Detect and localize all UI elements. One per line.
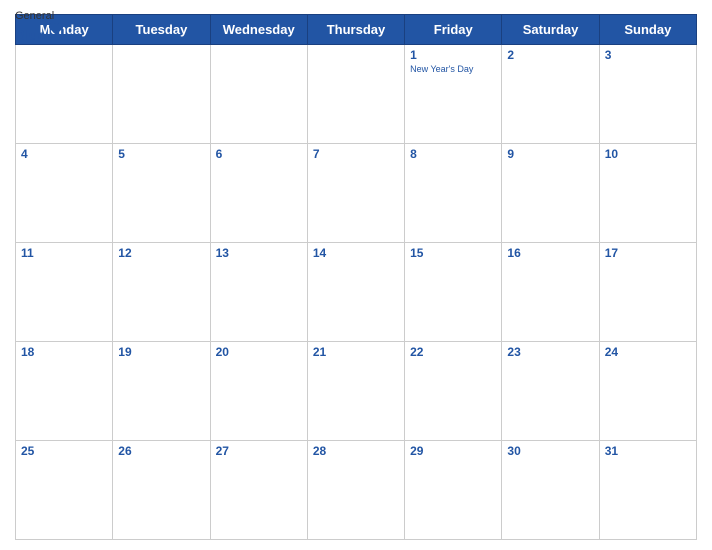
- day-number: 26: [118, 444, 204, 458]
- calendar-cell: 23: [502, 342, 599, 441]
- day-number: 20: [216, 345, 302, 359]
- day-number: 6: [216, 147, 302, 161]
- day-number: 11: [21, 246, 107, 260]
- calendar-cell: 30: [502, 441, 599, 540]
- calendar-cell: 15: [405, 243, 502, 342]
- calendar-week-5: 25 26 27 28 29 30 31: [16, 441, 697, 540]
- day-number: 2: [507, 48, 593, 62]
- calendar-cell: 21: [307, 342, 404, 441]
- weekday-header-row: MondayTuesdayWednesdayThursdayFridaySatu…: [16, 15, 697, 45]
- calendar-cell: 12: [113, 243, 210, 342]
- calendar-cell: 1 New Year's Day: [405, 45, 502, 144]
- day-number: 13: [216, 246, 302, 260]
- calendar-cell: 29: [405, 441, 502, 540]
- day-number: 29: [410, 444, 496, 458]
- day-number: 9: [507, 147, 593, 161]
- day-number: 16: [507, 246, 593, 260]
- holiday-label: New Year's Day: [410, 64, 496, 75]
- calendar-cell: 17: [599, 243, 696, 342]
- day-number: 22: [410, 345, 496, 359]
- calendar-cell: 28: [307, 441, 404, 540]
- day-number: 7: [313, 147, 399, 161]
- day-number: 21: [313, 345, 399, 359]
- logo-bird-icon: [45, 22, 67, 47]
- day-number: 1: [410, 48, 496, 62]
- day-number: 4: [21, 147, 107, 161]
- calendar-cell: 10: [599, 144, 696, 243]
- day-number: 19: [118, 345, 204, 359]
- day-number: 10: [605, 147, 691, 161]
- day-number: 14: [313, 246, 399, 260]
- logo: General Blue: [15, 10, 67, 47]
- logo-general-text: General: [15, 10, 67, 22]
- day-number: 25: [21, 444, 107, 458]
- calendar-cell: 31: [599, 441, 696, 540]
- calendar-cell: 6: [210, 144, 307, 243]
- weekday-sunday: Sunday: [599, 15, 696, 45]
- day-number: 23: [507, 345, 593, 359]
- calendar-cell: 27: [210, 441, 307, 540]
- calendar-week-3: 11 12 13 14 15 16 17: [16, 243, 697, 342]
- logo-blue-text: Blue: [15, 27, 45, 43]
- calendar-cell: 13: [210, 243, 307, 342]
- weekday-saturday: Saturday: [502, 15, 599, 45]
- calendar-cell: 25: [16, 441, 113, 540]
- calendar-cell: 5: [113, 144, 210, 243]
- calendar-cell: 26: [113, 441, 210, 540]
- calendar-week-4: 18 19 20 21 22 23 24: [16, 342, 697, 441]
- calendar-cell: [113, 45, 210, 144]
- calendar-cell: 7: [307, 144, 404, 243]
- calendar-cell: 11: [16, 243, 113, 342]
- calendar-cell: 18: [16, 342, 113, 441]
- day-number: 24: [605, 345, 691, 359]
- weekday-thursday: Thursday: [307, 15, 404, 45]
- day-number: 18: [21, 345, 107, 359]
- calendar-cell: 9: [502, 144, 599, 243]
- day-number: 3: [605, 48, 691, 62]
- day-number: 12: [118, 246, 204, 260]
- calendar-table: MondayTuesdayWednesdayThursdayFridaySatu…: [15, 14, 697, 540]
- calendar-cell: [210, 45, 307, 144]
- day-number: 8: [410, 147, 496, 161]
- day-number: 30: [507, 444, 593, 458]
- calendar-cell: 19: [113, 342, 210, 441]
- weekday-friday: Friday: [405, 15, 502, 45]
- calendar-week-1: 1 New Year's Day 23: [16, 45, 697, 144]
- day-number: 27: [216, 444, 302, 458]
- day-number: 17: [605, 246, 691, 260]
- calendar-cell: [16, 45, 113, 144]
- calendar-cell: [307, 45, 404, 144]
- calendar-cell: 3: [599, 45, 696, 144]
- calendar-cell: 4: [16, 144, 113, 243]
- calendar-cell: 2: [502, 45, 599, 144]
- calendar-cell: 8: [405, 144, 502, 243]
- weekday-wednesday: Wednesday: [210, 15, 307, 45]
- calendar-cell: 14: [307, 243, 404, 342]
- day-number: 5: [118, 147, 204, 161]
- calendar-cell: 24: [599, 342, 696, 441]
- calendar-week-2: 456789 10: [16, 144, 697, 243]
- calendar-cell: 16: [502, 243, 599, 342]
- day-number: 15: [410, 246, 496, 260]
- calendar-cell: 20: [210, 342, 307, 441]
- day-number: 31: [605, 444, 691, 458]
- calendar-cell: 22: [405, 342, 502, 441]
- day-number: 28: [313, 444, 399, 458]
- weekday-tuesday: Tuesday: [113, 15, 210, 45]
